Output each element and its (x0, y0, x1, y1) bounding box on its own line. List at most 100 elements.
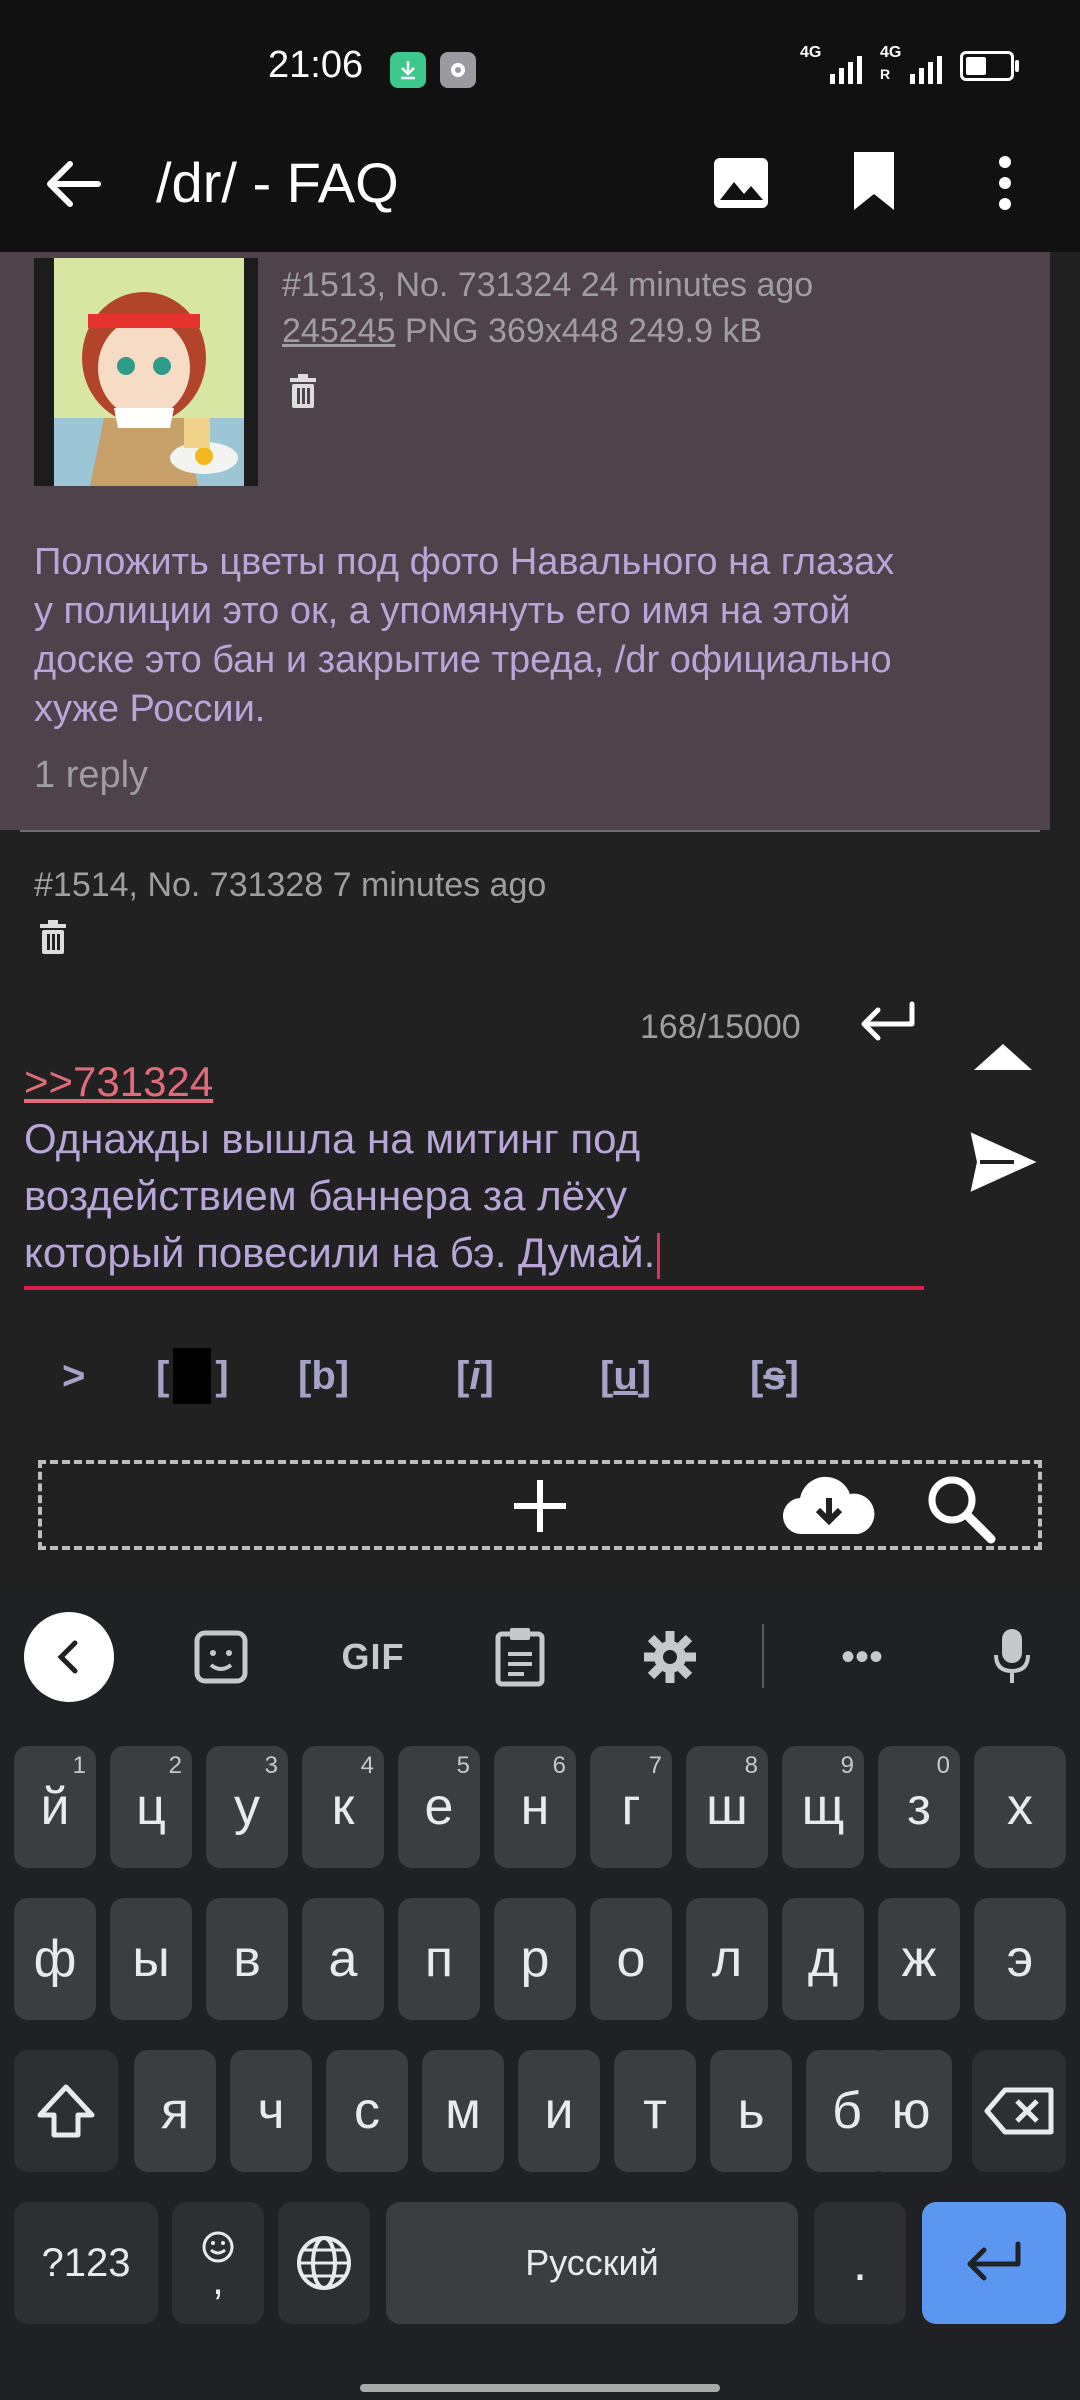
more-keyboard-options-button[interactable]: ••• (832, 1620, 892, 1694)
arrow-left-icon (47, 161, 101, 207)
cloud-download-icon (782, 1476, 875, 1535)
strike-format-button[interactable]: [s] (750, 1348, 799, 1404)
sticker-icon (194, 1630, 248, 1684)
more-vert-icon (999, 156, 1011, 210)
bold-format-button[interactable]: [b] (298, 1348, 349, 1404)
search-icon (928, 1476, 996, 1544)
key[interactable]: у3 (206, 1746, 288, 1868)
key[interactable]: л (686, 1898, 768, 2020)
key[interactable]: и (518, 2050, 600, 2172)
replies-link[interactable]: 1 reply (34, 754, 148, 797)
trash-icon (290, 374, 316, 408)
key[interactable]: р (494, 1898, 576, 2020)
key[interactable]: э (974, 1898, 1066, 2020)
char-counter: 168/15000 (640, 1008, 801, 1046)
reply-line: воздействием баннера за лёху (24, 1172, 628, 1219)
key[interactable]: о (590, 1898, 672, 2020)
key[interactable]: ч (230, 2050, 312, 2172)
key[interactable]: й1 (14, 1746, 96, 1868)
keyboard-collapse-button[interactable] (24, 1612, 114, 1702)
key[interactable]: т (614, 2050, 696, 2172)
key[interactable]: г7 (590, 1746, 672, 1868)
text-caret (657, 1232, 661, 1279)
key[interactable]: д (782, 1898, 864, 2020)
keyboard-settings-button[interactable] (640, 1620, 700, 1694)
enter-key[interactable] (922, 2202, 1066, 2324)
remote-file-button[interactable] (780, 1476, 878, 1538)
settings-notification-icon (440, 52, 476, 88)
backspace-key[interactable] (972, 2050, 1066, 2172)
emoji-comma-key[interactable]: , (172, 2202, 264, 2324)
reply-line: который повесили на бэ. Думай. (24, 1224, 924, 1281)
reply-input[interactable]: >>731324 Однажды вышла на митинг под воз… (24, 1054, 924, 1281)
globe-icon (297, 2236, 351, 2290)
new-line-button[interactable] (856, 1000, 920, 1046)
gallery-button[interactable] (710, 152, 772, 214)
spoiler-format-button[interactable]: [] (156, 1348, 229, 1404)
delete-post-button[interactable] (38, 920, 68, 954)
key[interactable]: ы (110, 1898, 192, 2020)
symbols-key[interactable]: ?123 (14, 2202, 158, 2324)
gif-button[interactable]: GIF (336, 1620, 410, 1694)
post-meta: #1513, No. 731324 24 minutes ago (282, 266, 814, 304)
back-button[interactable] (38, 148, 108, 218)
key[interactable]: х (974, 1746, 1066, 1868)
microphone-icon (994, 1629, 1030, 1683)
underline-format-button[interactable]: [u] (600, 1348, 651, 1404)
shift-key[interactable] (14, 2050, 118, 2172)
signal-1-icon: 4G (800, 44, 862, 84)
key[interactable]: ю (870, 2050, 952, 2172)
post-text-line: доске это бан и закрытие треда, /dr офиц… (34, 639, 892, 681)
gesture-nav-handle[interactable] (360, 2384, 720, 2392)
plus-icon (514, 1480, 566, 1532)
send-button[interactable] (968, 1130, 1038, 1194)
bookmark-button[interactable] (846, 148, 902, 214)
file-name-link[interactable]: 245245 (282, 312, 395, 350)
clipboard-icon (495, 1628, 545, 1687)
post-file-info: 245245 PNG 369x448 249.9 kB (282, 312, 762, 351)
battery-icon (960, 51, 1019, 81)
reply-quote-link[interactable]: >>731324 (24, 1054, 924, 1110)
more-options-button[interactable] (990, 150, 1020, 216)
key[interactable]: в (206, 1898, 288, 2020)
delete-post-button[interactable] (288, 374, 318, 408)
key[interactable]: ц2 (110, 1746, 192, 1868)
reply-text[interactable]: Однажды вышла на митинг под воздействием… (24, 1110, 924, 1281)
key[interactable]: з0 (878, 1746, 960, 1868)
collapse-composer-button[interactable] (972, 1040, 1034, 1074)
gear-icon (644, 1631, 696, 1683)
quote-format-button[interactable]: > (62, 1348, 85, 1404)
key[interactable]: н6 (494, 1746, 576, 1868)
spoiler-block (173, 1348, 212, 1404)
post-thumbnail[interactable] (34, 258, 258, 486)
key[interactable]: п (398, 1898, 480, 2020)
language-key[interactable] (278, 2202, 370, 2324)
key[interactable]: ь (710, 2050, 792, 2172)
post-text-line: хуже России. (34, 688, 266, 730)
clipboard-button[interactable] (490, 1620, 550, 1694)
key[interactable]: я (134, 2050, 216, 2172)
key[interactable]: ш8 (686, 1746, 768, 1868)
add-attachment-button[interactable] (510, 1476, 570, 1536)
key[interactable]: а (302, 1898, 384, 2020)
image-search-button[interactable] (922, 1470, 998, 1546)
shift-icon (37, 2084, 95, 2138)
status-time: 21:06 (268, 44, 364, 86)
key[interactable]: к4 (302, 1746, 384, 1868)
key[interactable]: м (422, 2050, 504, 2172)
reply-line: Однажды вышла на митинг под (24, 1115, 641, 1162)
download-notification-icon (390, 52, 426, 88)
period-key[interactable]: . (814, 2202, 906, 2324)
key[interactable]: с (326, 2050, 408, 2172)
sticker-button[interactable] (186, 1620, 256, 1694)
key[interactable]: щ9 (782, 1746, 864, 1868)
voice-input-button[interactable] (984, 1620, 1040, 1694)
key[interactable]: е5 (398, 1746, 480, 1868)
triangle-up-icon (974, 1044, 1032, 1070)
space-key[interactable]: Русский (386, 2202, 798, 2324)
italic-format-button[interactable]: [i] (456, 1348, 494, 1404)
keyboard-return-icon (861, 1001, 915, 1041)
key[interactable]: ф (14, 1898, 96, 2020)
bookmark-icon (854, 152, 894, 210)
key[interactable]: ж (878, 1898, 960, 2020)
